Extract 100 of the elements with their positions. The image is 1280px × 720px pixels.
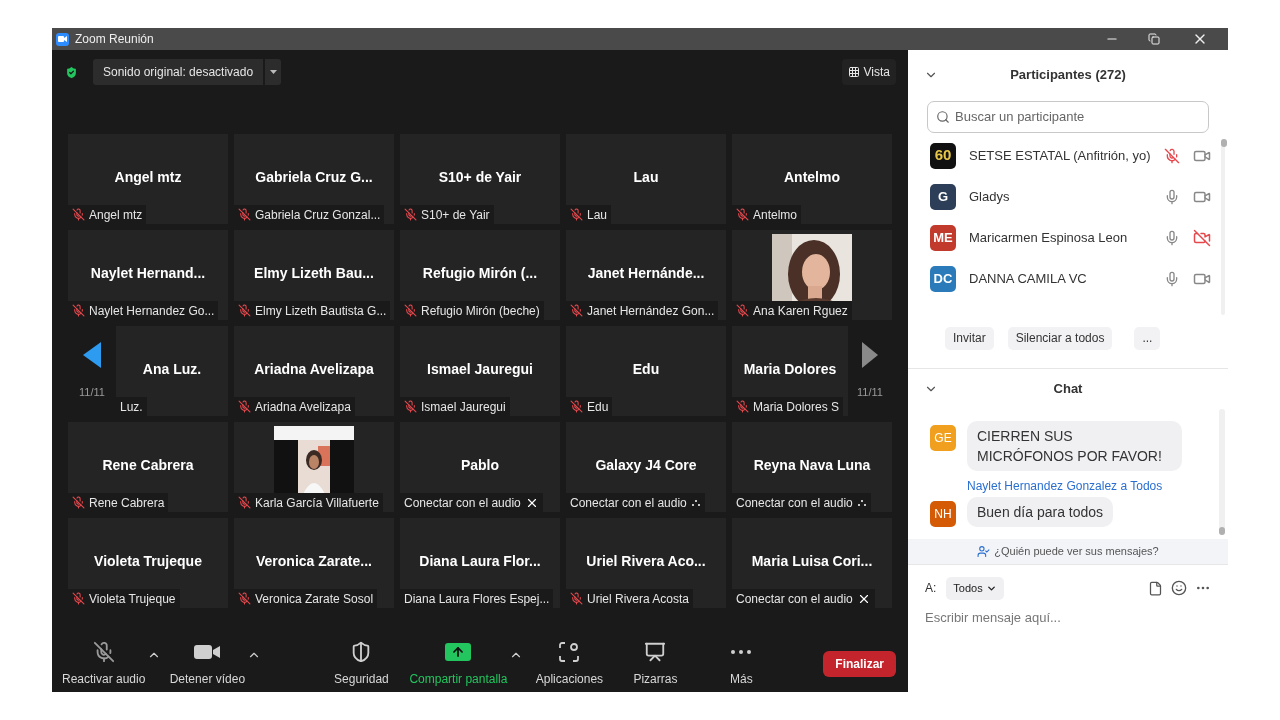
label-text: Edu — [587, 398, 609, 416]
participant-name: Maria Luisa Cori... — [751, 551, 873, 571]
participant-name: Edu — [632, 359, 660, 379]
panel-title: Participantes (272) — [1010, 66, 1126, 85]
muted-mic-icon — [92, 641, 115, 663]
search-field[interactable]: Buscar un participante — [927, 101, 1209, 133]
view-button[interactable]: Vista — [841, 59, 896, 85]
connecting-dots-icon — [856, 498, 867, 507]
participant-row[interactable]: DC DANNA CAMILA VC — [908, 258, 1221, 299]
avatar-logo: 60 — [930, 142, 956, 169]
participant-name: S10+ de Yair — [438, 167, 522, 187]
muted-mic-icon — [570, 400, 583, 413]
toolbar-button[interactable]: Seguridad — [321, 640, 402, 688]
original-sound-button[interactable]: Sonido original: desactivado — [93, 59, 264, 85]
privacy-notice[interactable]: ¿Quién puede ver sus mensajes? — [908, 539, 1228, 565]
participant-name: Violeta Trujeque — [94, 551, 202, 571]
participant-name: Veronica Zarate... — [256, 551, 372, 571]
label-text: Angel mtz — [89, 206, 143, 224]
participant-name: Lau — [633, 167, 659, 187]
muted-mic-icon — [238, 592, 251, 605]
muted-mic-icon — [238, 304, 251, 317]
muted-mic-icon — [404, 304, 417, 317]
muted-mic-icon — [238, 400, 251, 413]
message-header: Naylet Hernandez Gonzalez a Todos — [967, 478, 1164, 495]
message-bubble: Buen día para todos — [967, 497, 1114, 527]
emoji-icon[interactable] — [1171, 580, 1187, 596]
toolbar-button[interactable]: Detener vídeo — [167, 640, 248, 688]
participant-name: Maria Dolores — [743, 359, 837, 379]
label-text: Conectar con el audio — [736, 494, 853, 512]
participant-row[interactable]: ME Maricarmen Espinosa Leon — [908, 217, 1221, 258]
muted-mic-icon — [570, 208, 583, 221]
restore-icon[interactable] — [1148, 33, 1160, 45]
participant-name: Ana Luz. — [142, 359, 202, 379]
participant-name: Angel mtz — [114, 167, 182, 187]
video-off-icon[interactable] — [1192, 228, 1211, 247]
participant-name: Ariadna Avelizapa — [254, 359, 374, 379]
muted-mic-icon — [72, 592, 85, 605]
toolbar-button[interactable]: Aplicaciones — [529, 640, 610, 688]
muted-mic-icon — [404, 208, 417, 221]
message-bubble: CIERREN SUS MICRÓFONOS POR FAVOR! — [967, 421, 1182, 471]
message-input[interactable]: Escribir mensaje aquí... — [925, 608, 1211, 628]
label-text: Veronica Zarate Sosol — [255, 590, 374, 608]
muted-mic-icon — [72, 208, 85, 221]
recipient-dropdown[interactable]: Todos — [946, 576, 1004, 600]
scrollbar[interactable] — [1219, 409, 1225, 535]
label-text: Ismael Jauregui — [421, 398, 506, 416]
muted-mic-icon — [736, 400, 749, 413]
end-meeting-button[interactable]: Finalizar — [823, 651, 896, 677]
shield-check-icon[interactable] — [64, 64, 79, 80]
grid-icon — [847, 66, 860, 78]
muted-mic-icon — [736, 304, 749, 317]
panel-button[interactable]: Invitar — [945, 326, 994, 350]
label-text: Violeta Trujeque — [89, 590, 176, 608]
share-screen-icon — [445, 643, 472, 661]
muted-mic-icon[interactable] — [1163, 147, 1180, 164]
avatar: DC — [930, 265, 956, 292]
label-text: Karla García Villafuerte — [255, 494, 379, 512]
participant-name: Uriel Rivera Aco... — [586, 551, 706, 571]
avatar: G — [930, 183, 956, 210]
muted-mic-icon — [238, 496, 251, 509]
participant-name: Diana Laura Flor... — [419, 551, 541, 571]
panel-button[interactable]: Silenciar a todos — [1007, 326, 1113, 350]
muted-mic-icon — [72, 304, 85, 317]
toolbar-button[interactable]: Compartir pantalla — [407, 640, 510, 688]
muted-mic-icon — [404, 400, 417, 413]
participant-name: Elmy Lizeth Bau... — [254, 263, 374, 283]
label-text: Diana Laura Flores Espej... — [404, 590, 550, 608]
apps-icon — [559, 642, 580, 662]
dropdown-caret-icon[interactable] — [265, 59, 282, 85]
participant-name: Antelmo — [784, 167, 840, 187]
label-text: Maria Dolores S — [753, 398, 840, 416]
label-text: Elmy Lizeth Bautista G... — [255, 302, 387, 320]
participant-row[interactable]: G Gladys — [908, 176, 1221, 217]
search-input[interactable]: Buscar un participante — [955, 107, 1200, 127]
participant-name: Pablo — [460, 455, 500, 475]
app-logo-icon — [56, 32, 69, 46]
muted-mic-icon — [736, 208, 749, 221]
file-icon[interactable] — [1148, 580, 1163, 596]
label-text: Lau — [587, 206, 608, 224]
label-text: Luz. — [120, 398, 143, 416]
participant-name: DANNA CAMILA VC — [969, 269, 1088, 288]
toolbar-button[interactable]: Reactivar audio — [60, 640, 148, 688]
recipient-label: A: — [925, 580, 937, 597]
page-counter: 11/11 — [79, 384, 105, 400]
video-camera-icon — [194, 644, 221, 660]
participant-row[interactable]: 60 SETSE ESTATAL (Anfitrión, yo) — [908, 135, 1221, 176]
label-text: Ariadna Avelizapa — [255, 398, 351, 416]
scrollbar[interactable] — [1220, 139, 1225, 315]
next-page-arrow[interactable] — [862, 341, 878, 368]
toolbar-button[interactable]: Más — [701, 640, 782, 688]
avatar: ME — [930, 224, 956, 251]
window-title: Zoom Reunión — [75, 31, 154, 48]
more-icon — [731, 650, 752, 654]
muted-mic-icon — [238, 208, 251, 221]
panel-button[interactable]: ... — [1134, 326, 1161, 350]
label-text: Ana Karen Rguez — [753, 302, 848, 320]
label-text: Gabriela Cruz Gonzal... — [255, 206, 381, 224]
toolbar-button[interactable]: Pizarras — [615, 640, 696, 688]
previous-page-arrow[interactable] — [83, 341, 101, 368]
participant-name: Maricarmen Espinosa Leon — [969, 228, 1129, 247]
